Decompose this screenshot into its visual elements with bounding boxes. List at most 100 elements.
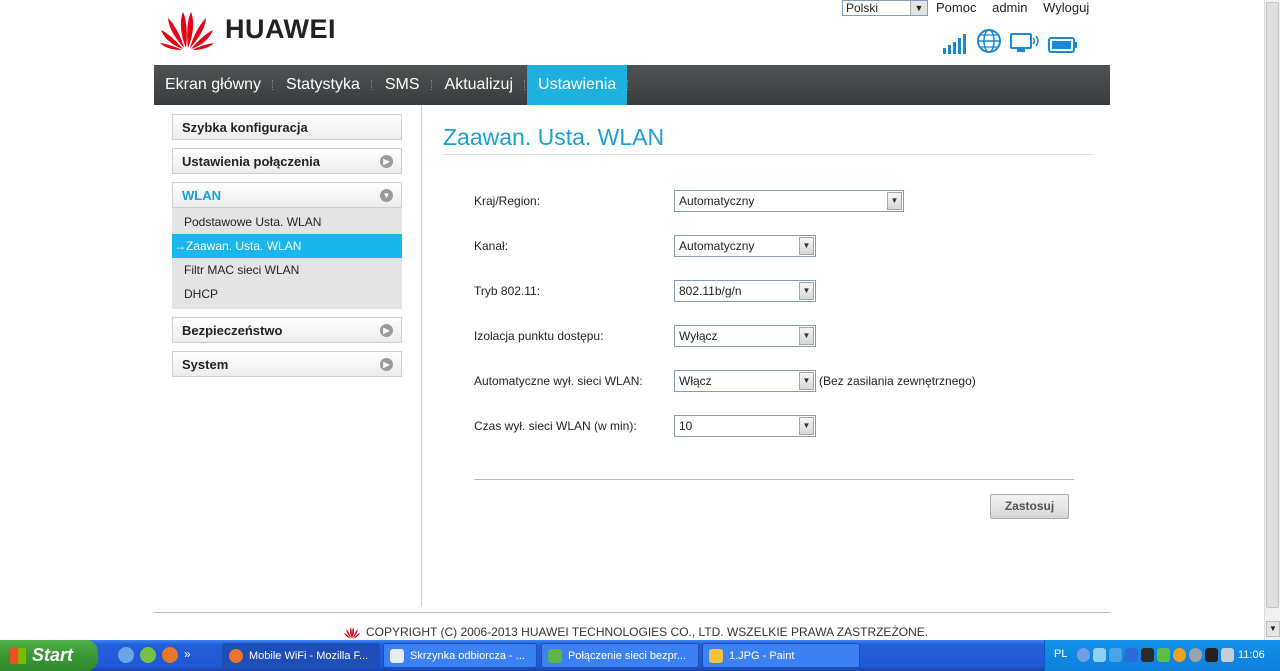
task-paint[interactable]: 1.JPG - Paint: [702, 643, 860, 668]
start-label: Start: [32, 645, 74, 665]
submenu-item-mac-filter[interactable]: Filtr MAC sieci WLAN: [172, 258, 402, 282]
field-label: Izolacja punktu dostępu:: [474, 329, 604, 343]
chevron-down-icon: ▼: [380, 189, 393, 202]
logout-link[interactable]: Wyloguj: [1043, 0, 1089, 15]
app-tray-icon[interactable]: [1157, 648, 1170, 662]
chevron-down-icon[interactable]: ▼: [799, 327, 814, 345]
channel-select[interactable]: Automatyczny ▼: [674, 235, 816, 257]
nav-separator: [627, 80, 630, 90]
quick-launch-more-icon[interactable]: »: [184, 647, 191, 663]
app-tray-icon[interactable]: [1141, 648, 1154, 662]
page-scrollbar[interactable]: ▼: [1264, 0, 1280, 640]
temperature-icon[interactable]: [1205, 648, 1218, 662]
sidebar-item-system[interactable]: System ▶: [172, 351, 402, 377]
apply-button[interactable]: Zastosuj: [990, 494, 1069, 519]
field-label: Automatyczne wył. sieci WLAN:: [474, 374, 643, 388]
network-icon[interactable]: [1093, 648, 1106, 662]
user-link[interactable]: admin: [992, 0, 1027, 15]
chevron-right-icon: ▶: [380, 324, 393, 337]
wifi-icon[interactable]: [1109, 648, 1122, 662]
firefox-icon: [229, 649, 243, 663]
field-label: Kanał:: [474, 239, 509, 253]
field-label: Tryb 802.11:: [474, 284, 541, 298]
paint-icon: [709, 649, 723, 663]
ap-isolation-select[interactable]: Wyłącz ▼: [674, 325, 816, 347]
nav-settings[interactable]: Ustawienia: [527, 65, 628, 105]
wlan-submenu: Podstawowe Usta. WLAN →Zaawan. Usta. WLA…: [172, 208, 402, 309]
battery-icon: [1048, 37, 1077, 53]
windows-logo-icon: [10, 647, 26, 664]
signal-icon: [943, 34, 966, 54]
chevron-down-icon[interactable]: ▼: [887, 192, 902, 210]
scrollbar-thumb[interactable]: [1266, 2, 1279, 608]
task-mail[interactable]: Skrzynka odbiorcza - ...: [383, 643, 537, 668]
app-tray-icon[interactable]: [1173, 648, 1186, 662]
start-button[interactable]: Start: [0, 640, 98, 671]
tray-icons: [1077, 648, 1234, 662]
task-label: Skrzynka odbiorcza - ...: [410, 650, 525, 662]
nav-sms[interactable]: SMS: [374, 65, 431, 105]
submenu-item-dhcp[interactable]: DHCP: [172, 282, 402, 306]
select-value: Automatyczny: [679, 239, 755, 253]
select-value: 10: [679, 419, 693, 433]
country-region-select[interactable]: Automatyczny ▼: [674, 190, 904, 212]
chevron-down-icon[interactable]: ▼: [799, 372, 814, 390]
content-divider: [421, 105, 422, 607]
scroll-down-icon[interactable]: ▼: [1266, 621, 1280, 637]
task-wireless[interactable]: Połączenie sieci bezpr...: [541, 643, 699, 668]
sidebar-item-connection[interactable]: Ustawienia połączenia ▶: [172, 148, 402, 174]
select-value: 802.11b/g/n: [679, 284, 742, 298]
desktop-icon[interactable]: [118, 647, 134, 663]
mode-select[interactable]: 802.11b/g/n ▼: [674, 280, 816, 302]
chevron-down-icon[interactable]: ▼: [799, 417, 814, 435]
tray-expand-icon[interactable]: [1077, 648, 1090, 662]
task-label: Połączenie sieci bezpr...: [568, 650, 687, 662]
connection-icon: [1010, 33, 1039, 52]
input-language[interactable]: PL: [1054, 648, 1067, 660]
chevron-down-icon[interactable]: ▼: [799, 237, 814, 255]
sidebar-item-security[interactable]: Bezpieczeństwo ▶: [172, 317, 402, 343]
auto-wlan-off-select[interactable]: Włącz ▼: [674, 370, 816, 392]
sidebar-item-quick-setup[interactable]: Szybka konfiguracja: [172, 114, 402, 140]
help-link[interactable]: Pomoc: [936, 0, 976, 15]
submenu-item-advanced-wlan[interactable]: →Zaawan. Usta. WLAN: [172, 234, 402, 258]
sidebar-item-label: Bezpieczeństwo: [182, 323, 283, 338]
footer: COPYRIGHT (C) 2006-2013 HUAWEI TECHNOLOG…: [343, 625, 928, 639]
clock: 11:06: [1238, 649, 1265, 661]
huawei-logo: HUAWEI: [159, 8, 336, 50]
bluetooth-icon[interactable]: [1125, 648, 1138, 662]
sidebar-item-label: WLAN: [182, 188, 221, 203]
app-tray-icon[interactable]: [1189, 648, 1202, 662]
page-title: Zaawan. Usta. WLAN: [443, 124, 665, 150]
wlan-off-time-select[interactable]: 10 ▼: [674, 415, 816, 437]
sidebar-item-wlan[interactable]: WLAN ▼: [172, 182, 402, 208]
quick-launch: »: [118, 647, 191, 663]
task-firefox[interactable]: Mobile WiFi - Mozilla F...: [222, 643, 380, 668]
select-value: Wyłącz: [679, 329, 718, 343]
main-nav: Ekran główny Statystyka SMS Aktualizuj U…: [154, 65, 1110, 105]
firefox-icon[interactable]: [162, 647, 178, 663]
language-select[interactable]: Polski ▼: [842, 0, 928, 16]
sidebar-item-label: System: [182, 357, 229, 372]
nav-update[interactable]: Aktualizuj: [434, 65, 524, 105]
globe-icon: [977, 29, 1001, 53]
chevron-down-icon[interactable]: ▼: [910, 1, 927, 15]
task-label: 1.JPG - Paint: [729, 650, 795, 662]
huawei-flower-icon: [160, 12, 214, 50]
mail-icon: [390, 649, 404, 663]
select-value: Włącz: [679, 374, 712, 388]
chevron-right-icon: ▶: [380, 358, 393, 371]
submenu-item-basic-wlan[interactable]: Podstawowe Usta. WLAN: [172, 210, 402, 234]
display-icon[interactable]: [1221, 648, 1234, 662]
windows-taskbar: Start » Mobile WiFi - Mozilla F... Skrzy…: [0, 640, 1280, 671]
nav-statistics[interactable]: Statystyka: [275, 65, 371, 105]
chevron-down-icon[interactable]: ▼: [799, 282, 814, 300]
status-icons: [942, 28, 1078, 54]
language-value: Polski: [846, 1, 879, 15]
huawei-flower-icon: [343, 626, 361, 639]
nav-home[interactable]: Ekran główny: [154, 65, 272, 105]
field-label: Kraj/Region:: [474, 194, 541, 208]
form-divider: [474, 479, 1074, 480]
field-note: (Bez zasilania zewnętrznego): [819, 374, 976, 388]
torrent-icon[interactable]: [140, 647, 156, 663]
